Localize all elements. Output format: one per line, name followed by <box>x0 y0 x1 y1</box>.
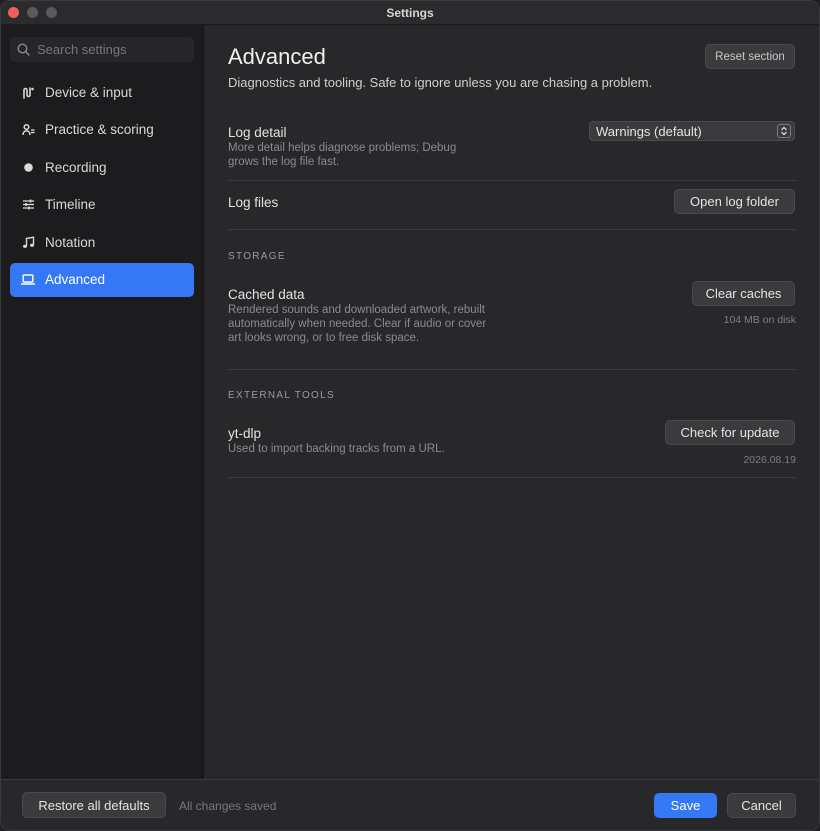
sidebar-item-practice-scoring[interactable]: Practice & scoring <box>10 113 194 147</box>
close-window-button[interactable] <box>8 7 19 18</box>
page-subtitle: Diagnostics and tooling. Safe to ignore … <box>228 75 653 90</box>
divider <box>228 369 797 370</box>
yt-dlp-version: 2026.08.19 <box>743 454 796 466</box>
settings-content: Advanced Diagnostics and tooling. Safe t… <box>205 25 819 779</box>
search-box[interactable] <box>10 37 194 62</box>
storage-section-heading: STORAGE <box>228 251 286 262</box>
music-note-icon <box>21 235 35 249</box>
external-tools-section-heading: EXTERNAL TOOLS <box>228 390 335 401</box>
cached-data-description: Rendered sounds and downloaded artwork, … <box>228 304 487 344</box>
cached-data-label: Cached data <box>228 287 305 302</box>
divider <box>228 180 797 181</box>
device-input-icon <box>21 85 35 99</box>
sidebar-item-recording[interactable]: Recording <box>10 150 194 184</box>
sidebar-item-label: Timeline <box>45 197 96 212</box>
divider <box>228 477 797 478</box>
sidebar-item-notation[interactable]: Notation <box>10 225 194 259</box>
window-controls <box>8 7 57 18</box>
sidebar-item-timeline[interactable]: Timeline <box>10 188 194 222</box>
log-detail-description: More detail helps diagnose problems; Deb… <box>228 142 457 168</box>
yt-dlp-label: yt-dlp <box>228 426 262 441</box>
log-detail-label: Log detail <box>228 125 287 140</box>
divider <box>228 229 797 230</box>
restore-all-defaults-button[interactable]: Restore all defaults <box>22 792 166 818</box>
title-bar: Settings <box>1 1 819 25</box>
sidebar: Device & input Practice & scoring Record… <box>1 25 204 779</box>
open-log-folder-button[interactable]: Open log folder <box>674 189 795 214</box>
cache-size-label: 104 MB on disk <box>723 314 796 326</box>
reset-section-button[interactable]: Reset section <box>705 44 795 69</box>
sliders-icon <box>21 198 35 212</box>
updown-chevron-icon <box>777 124 791 138</box>
window-title: Settings <box>386 5 434 20</box>
zoom-window-button[interactable] <box>46 7 57 18</box>
save-status-text: All changes saved <box>179 799 277 813</box>
search-input[interactable] <box>37 42 187 57</box>
sidebar-item-advanced[interactable]: Advanced <box>10 262 194 297</box>
practice-icon <box>21 123 35 137</box>
sidebar-item-label: Practice & scoring <box>45 122 154 137</box>
yt-dlp-description: Used to import backing tracks from a URL… <box>228 443 445 455</box>
footer-bar: Restore all defaults All changes saved S… <box>1 779 819 830</box>
sidebar-item-label: Advanced <box>45 272 106 287</box>
log-files-label: Log files <box>228 195 279 210</box>
cancel-button[interactable]: Cancel <box>727 793 796 818</box>
record-dot-icon <box>21 160 35 174</box>
search-icon <box>17 43 30 56</box>
sidebar-nav: Device & input Practice & scoring Record… <box>10 75 194 300</box>
minimize-window-button[interactable] <box>27 7 38 18</box>
log-detail-select[interactable]: Warnings (default) <box>589 121 795 141</box>
laptop-icon <box>21 273 35 287</box>
sidebar-item-label: Notation <box>45 234 96 250</box>
clear-caches-button[interactable]: Clear caches <box>692 281 795 306</box>
sidebar-item-label: Device & input <box>45 84 133 100</box>
sidebar-item-label: Recording <box>45 159 107 175</box>
log-detail-selected-value: Warnings (default) <box>596 123 702 139</box>
sidebar-item-device-input[interactable]: Device & input <box>10 75 194 109</box>
check-for-update-button[interactable]: Check for update <box>665 420 795 445</box>
settings-window: Settings Device & input Practice & scori… <box>0 0 820 831</box>
save-button[interactable]: Save <box>654 793 717 818</box>
page-title: Advanced <box>228 44 326 69</box>
